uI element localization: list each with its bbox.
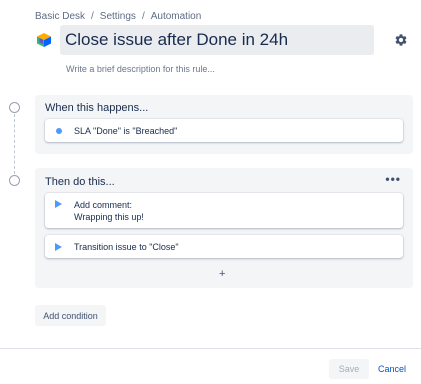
action-card-line2: Wrapping this up! — [74, 212, 144, 222]
action-card-comment[interactable]: Add comment: Wrapping this up! — [45, 193, 403, 228]
settings-button[interactable] — [389, 28, 413, 52]
add-condition-button[interactable]: Add condition — [35, 305, 106, 326]
trigger-card-text: SLA "Done" is "Breached" — [74, 125, 178, 136]
play-icon — [55, 200, 62, 208]
dot-icon — [56, 127, 62, 134]
rule-description-field[interactable]: Write a brief description for this rule.… — [66, 64, 215, 74]
save-button[interactable]: Save — [329, 359, 369, 379]
trigger-card[interactable]: SLA "Done" is "Breached" — [45, 119, 403, 142]
gear-icon — [395, 34, 407, 46]
breadcrumb: Basic Desk / Settings / Automation — [35, 11, 201, 22]
cancel-button[interactable]: Cancel — [374, 359, 410, 379]
breadcrumb-separator: / — [141, 11, 145, 22]
breadcrumb-basic-desk[interactable]: Basic Desk — [35, 11, 85, 22]
action-card-transition[interactable]: Transition issue to "Close" — [45, 235, 403, 258]
timeline-node-trigger — [9, 102, 20, 113]
breadcrumb-automation[interactable]: Automation — [151, 11, 202, 22]
rule-title-field[interactable]: Close issue after Done in 24h — [60, 25, 374, 55]
action-card-line1: Transition issue to "Close" — [74, 241, 179, 252]
breadcrumb-settings[interactable]: Settings — [100, 11, 136, 22]
action-card-line1: Add comment: — [74, 200, 133, 210]
add-action-button[interactable]: + — [219, 268, 225, 280]
more-options-button[interactable]: ••• — [385, 172, 401, 186]
breadcrumb-separator: / — [91, 11, 94, 22]
trigger-section: When this happens... SLA "Done" is "Brea… — [35, 95, 413, 154]
footer-divider — [0, 348, 421, 349]
play-icon — [55, 242, 62, 251]
action-section: Then do this... ••• Add comment: Wrappin… — [35, 168, 413, 288]
action-section-title: Then do this... — [45, 176, 115, 188]
timeline-connector — [14, 114, 15, 174]
timeline-node-action — [9, 175, 20, 186]
project-cube-icon — [37, 33, 51, 47]
trigger-section-title: When this happens... — [45, 102, 149, 114]
rule-title: Close issue after Done in 24h — [65, 30, 289, 49]
